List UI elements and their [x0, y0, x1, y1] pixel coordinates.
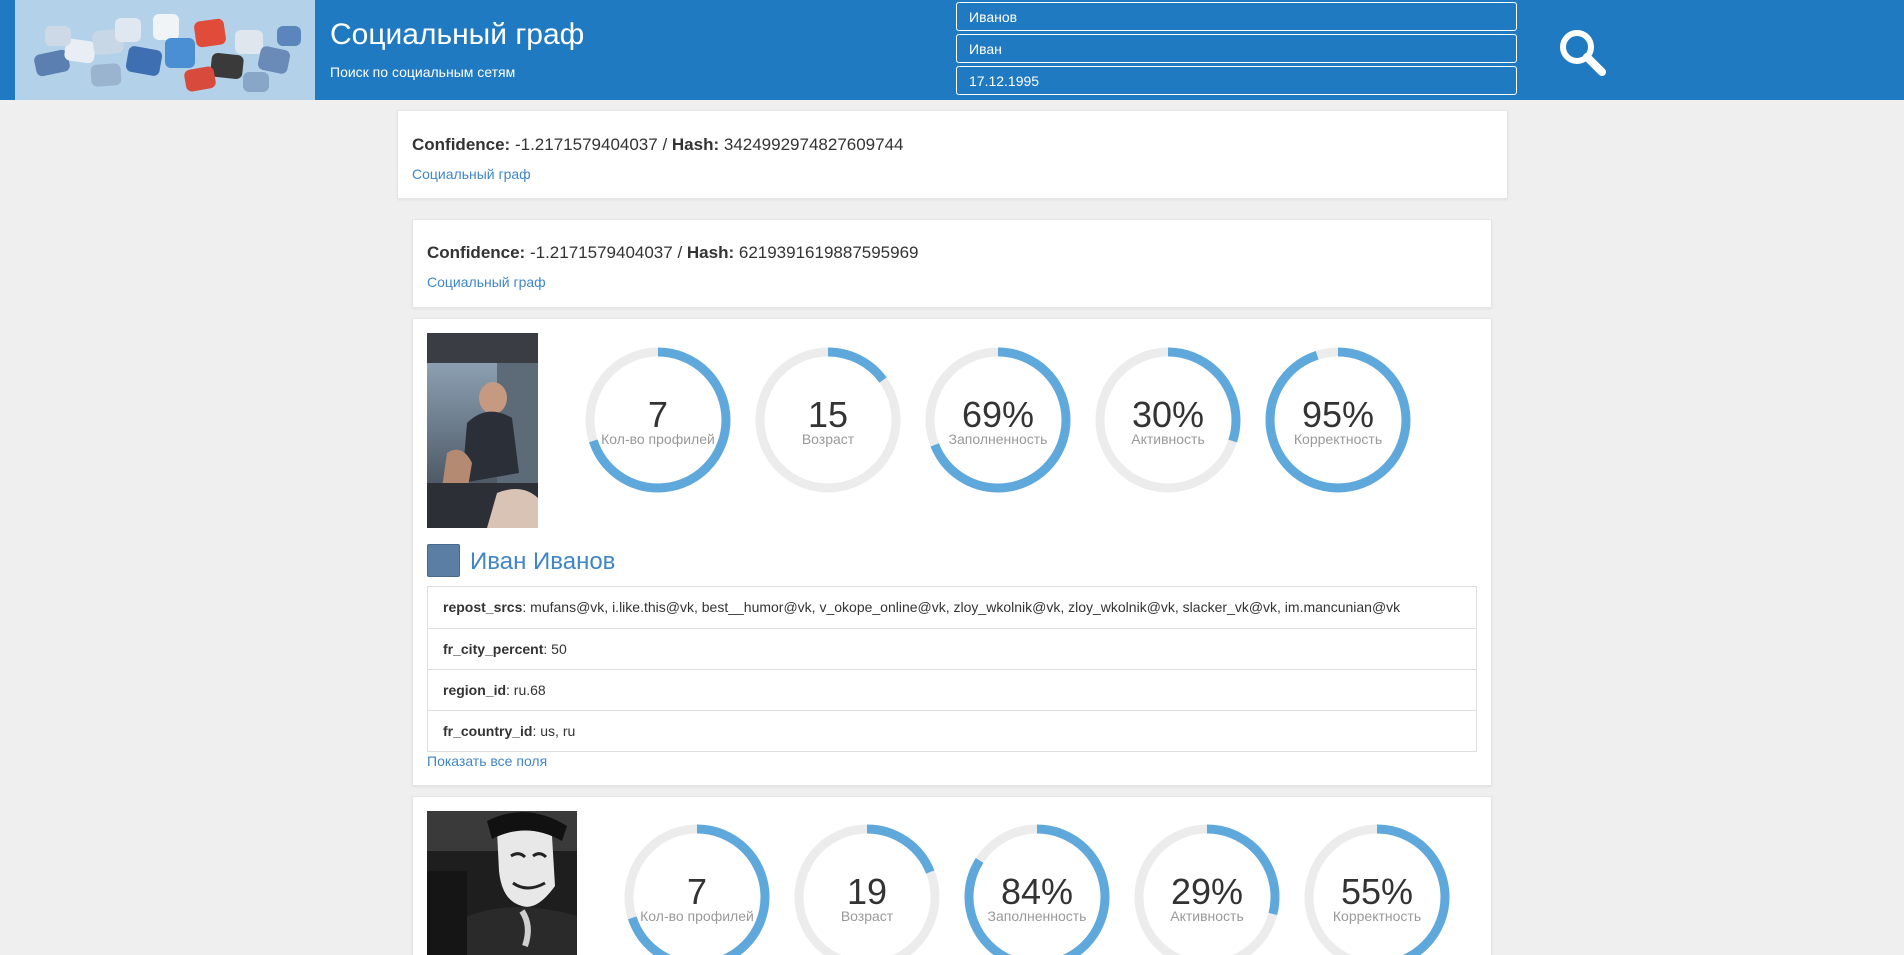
site-subtitle: Поиск по социальным сетям [330, 64, 516, 80]
stat-gauge: 30% Активность [1093, 345, 1243, 495]
gauge-value: 15 [807, 394, 849, 435]
separator: / [657, 135, 672, 154]
last-name-input[interactable] [956, 2, 1517, 31]
gauge-label: Кол-во профилей [601, 431, 715, 447]
stat-gauge: 29% Активность [1132, 822, 1282, 955]
search-button[interactable] [1556, 26, 1608, 78]
top-header: Социальный граф Поиск по социальным сетя… [0, 0, 1904, 100]
show-all-fields-link[interactable]: Показать все поля [427, 753, 547, 769]
field-key: fr_country_id [443, 723, 533, 739]
stat-gauge: 7 Кол-во профилей [622, 822, 772, 955]
hash-label: Hash: [686, 243, 735, 262]
result-panel-1: Confidence: -1.2171579404037 / Hash: 342… [397, 110, 1508, 199]
gauge-label: Активность [1170, 908, 1244, 924]
site-title: Социальный граф [330, 18, 585, 51]
gauge-label: Корректность [1293, 431, 1383, 447]
gauge-value: 30% [1131, 394, 1205, 435]
gauge-value: 7 [686, 871, 708, 912]
stat-gauge: 69% Заполненность [923, 345, 1073, 495]
stat-gauge: 55% Корректность [1302, 822, 1452, 955]
gauge-label: Возраст [840, 908, 894, 924]
hash-value: 3424992974827609744 [723, 135, 904, 154]
confidence-line: Confidence: -1.2171579404037 / Hash: 621… [427, 243, 919, 263]
stat-gauge: 84% Заполненность [962, 822, 1112, 955]
confidence-label: Confidence: [427, 243, 526, 262]
field-key: region_id [443, 682, 507, 698]
gauge-label: Заполненность [987, 908, 1087, 924]
gauge-value: 95% [1301, 394, 1375, 435]
first-name-input[interactable] [956, 34, 1517, 63]
field-row: fr_country_id: us, ru [428, 710, 1476, 751]
result-panel-2: Confidence: -1.2171579404037 / Hash: 621… [412, 219, 1492, 308]
profile-panel-2: 7 Кол-во профилей 19 Возраст 84% Заполненност… [412, 796, 1492, 955]
separator: / [672, 243, 687, 262]
gauge-value: 29% [1170, 871, 1244, 912]
gauge-label: Корректность [1332, 908, 1422, 924]
search-icon [1560, 30, 1606, 76]
stat-gauge: 95% Корректность [1263, 345, 1413, 495]
hash-label: Hash: [671, 135, 720, 154]
confidence-line: Confidence: -1.2171579404037 / Hash: 342… [412, 135, 904, 155]
stat-gauge: 7 Кол-во профилей [583, 345, 733, 495]
gauge-value: 84% [1000, 871, 1074, 912]
gauge-label: Активность [1131, 431, 1205, 447]
vk-icon[interactable] [427, 544, 460, 577]
gauge-label: Возраст [801, 431, 855, 447]
confidence-label: Confidence: [412, 135, 511, 154]
field-row: fr_city_percent: 50 [428, 628, 1476, 669]
confidence-value: -1.2171579404037 [529, 243, 673, 262]
gauge-value: 19 [846, 871, 888, 912]
field-key: fr_city_percent [443, 641, 544, 657]
profile-panel-1: 7 Кол-во профилей 15 Возраст 69% Заполненност… [412, 318, 1492, 786]
field-value: us, ru [540, 723, 576, 739]
stat-gauge: 19 Возраст [792, 822, 942, 955]
stat-gauge: 15 Возраст [753, 345, 903, 495]
profile-photo[interactable] [427, 811, 577, 955]
gauge-value: 69% [961, 394, 1035, 435]
gauge-value: 55% [1340, 871, 1414, 912]
field-key: repost_srcs [443, 599, 523, 615]
hash-value: 6219391619887595969 [738, 243, 919, 262]
social-graph-link[interactable]: Социальный граф [427, 274, 546, 290]
logo-image [15, 0, 315, 100]
social-graph-link[interactable]: Социальный граф [412, 166, 531, 182]
field-value: mufans@vk, i.like.this@vk, best__humor@v… [530, 599, 1401, 615]
field-value: 50 [551, 641, 567, 657]
field-row: region_id: ru.68 [428, 669, 1476, 710]
field-value: ru.68 [513, 682, 546, 698]
field-row: repost_srcs: mufans@vk, i.like.this@vk, … [443, 599, 1401, 615]
gauge-label: Кол-во профилей [640, 908, 754, 924]
confidence-value: -1.2171579404037 [514, 135, 658, 154]
gauge-value: 7 [647, 394, 669, 435]
profile-photo[interactable] [427, 333, 538, 528]
profile-name[interactable]: Иван Иванов [470, 548, 615, 576]
gauge-label: Заполненность [948, 431, 1048, 447]
profile-fields-table: repost_srcs: mufans@vk, i.like.this@vk, … [427, 586, 1477, 752]
birth-date-input[interactable] [956, 66, 1517, 95]
